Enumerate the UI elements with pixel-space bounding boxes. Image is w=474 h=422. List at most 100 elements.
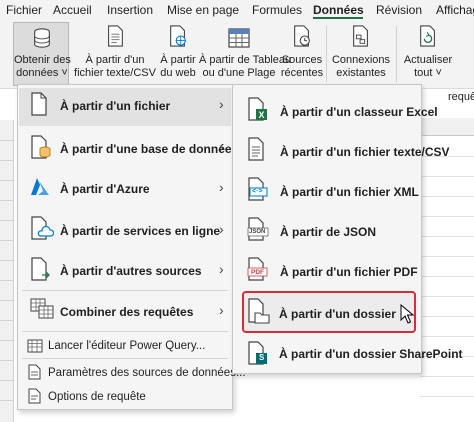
other-sources-icon [31,257,50,281]
table-icon [228,28,250,48]
submenu-item-texte-csv[interactable]: À partir d'un fichier texte/CSV [280,145,450,159]
pdf-badge: PDF [251,269,264,276]
submenu-item-dossier[interactable]: À partir d'un dossier [279,307,396,321]
web-icon [170,25,186,47]
chevron-right-icon: › [219,261,224,277]
menu-item-a-partir-fichier[interactable]: À partir d'un fichier [60,99,170,113]
row-line [0,380,14,381]
database-icon [34,28,50,48]
menu-fichier[interactable]: Fichier [6,3,42,17]
menu-donnees[interactable]: Données [313,3,364,17]
grid-line [420,376,474,377]
grid-line [420,336,474,337]
chevron-right-icon: › [219,96,224,112]
chevron-right-icon: › [219,302,224,318]
menu-revision[interactable]: Révision [376,3,422,17]
options-icon [28,388,41,404]
menu-link-power-query[interactable]: Lancer l'éditeur Power Query... [48,340,205,352]
menu-mise-en-page[interactable]: Mise en page [167,3,239,17]
grid-line [420,216,474,217]
column-header-strip [420,118,474,136]
svg-text:X: X [258,110,264,120]
menu-item-autres-sources[interactable]: À partir d'autres sources [60,264,202,278]
sharepoint-icon [248,341,267,365]
chevron-right-icon: › [219,139,224,155]
grid-line [420,256,474,257]
ribbon-label: fichier texte/CSV [74,67,156,79]
menu-link-options-requete[interactable]: Options de requête [48,391,146,403]
ribbon-label: Connexions [331,54,391,66]
json-badge: JSON [249,229,266,235]
ribbon-label: À partir [160,54,196,66]
text-file-icon [248,137,264,161]
refresh-icon [420,25,435,47]
row-line [0,360,14,361]
submenu-item-xml[interactable]: À partir d'un fichier XML [280,185,419,199]
ribbon-label: Sources [281,54,323,66]
menu-bar: Fichier Accueil Insertion Mise en page F… [0,0,474,19]
menu-affichage[interactable]: Affichage [436,3,474,17]
menu-item-services-en-ligne[interactable]: À partir de services en ligne [60,224,220,238]
combine-icon [30,298,54,319]
folder-icon [248,298,270,324]
row-line [0,160,14,161]
ribbon-label: À partir d'un [85,54,145,66]
menu-separator [22,290,228,291]
row-line [0,340,14,341]
ribbon-label: Actualiser [403,54,453,66]
ribbon-separator [396,26,397,82]
grid-line [420,316,474,317]
ribbon-label: récentes [280,67,324,79]
row-line [0,240,14,241]
grid-line [420,236,474,237]
row-line [0,260,14,261]
submenu-item-classeur-excel[interactable]: À partir d'un classeur Excel [280,105,438,119]
menu-separator [22,358,228,359]
row-line [0,300,14,301]
row-line [0,280,14,281]
menu-item-combiner-requetes[interactable]: Combiner des requêtes [60,305,193,319]
file-icon [31,92,47,116]
menu-accueil[interactable]: Accueil [53,3,92,17]
grid-line [420,276,474,277]
row-line [0,220,14,221]
menu-formules[interactable]: Formules [252,3,302,17]
ribbon-label: tout ˅ [414,67,442,79]
submenu-item-json[interactable]: À partir de JSON [280,225,376,239]
power-query-icon [27,339,43,353]
row-line [0,320,14,321]
submenu-item-dossier-sharepoint[interactable]: À partir d'un dossier SharePoint [279,347,463,361]
recent-sources-icon [294,25,310,47]
row-line [0,180,14,181]
requetes-truncated-label[interactable]: requêt [448,91,474,103]
ribbon-label: données ˅ [16,67,68,79]
row-line [0,400,14,401]
ribbon-separator [326,26,327,82]
ribbon-label: Obtenir des [14,54,71,66]
ribbon-label: À partir de Tableau [199,54,292,66]
ribbon-label: existantes [336,67,386,79]
obtenir-donnees-menu: À partir d'un fichier › À partir d'une b… [17,84,246,410]
grid-line [420,176,474,177]
row-header-strip [0,120,14,422]
text-file-icon [108,25,123,47]
sharepoint-badge: S [259,353,265,362]
mouse-cursor-icon [400,304,414,324]
azure-icon [31,178,49,195]
cloud-icon [31,216,54,240]
connections-icon [353,25,368,47]
menu-insertion[interactable]: Insertion [107,3,153,17]
chevron-right-icon: › [219,179,224,195]
database-icon [31,135,51,159]
submenu-item-pdf[interactable]: À partir d'un fichier PDF [280,265,418,279]
grid-line [420,296,474,297]
menu-separator [22,331,228,332]
menu-item-base-de-donnees[interactable]: À partir d'une base de données [60,142,238,156]
menu-item-azure[interactable]: À partir d'Azure [60,182,150,196]
settings-icon [28,364,41,380]
xml-badge: <·> [252,188,263,195]
row-line [0,200,14,201]
ribbon-label: du web [160,67,196,79]
excel-icon: X [248,97,267,121]
menu-link-parametres-sources[interactable]: Paramètres des sources de données... [48,367,246,379]
